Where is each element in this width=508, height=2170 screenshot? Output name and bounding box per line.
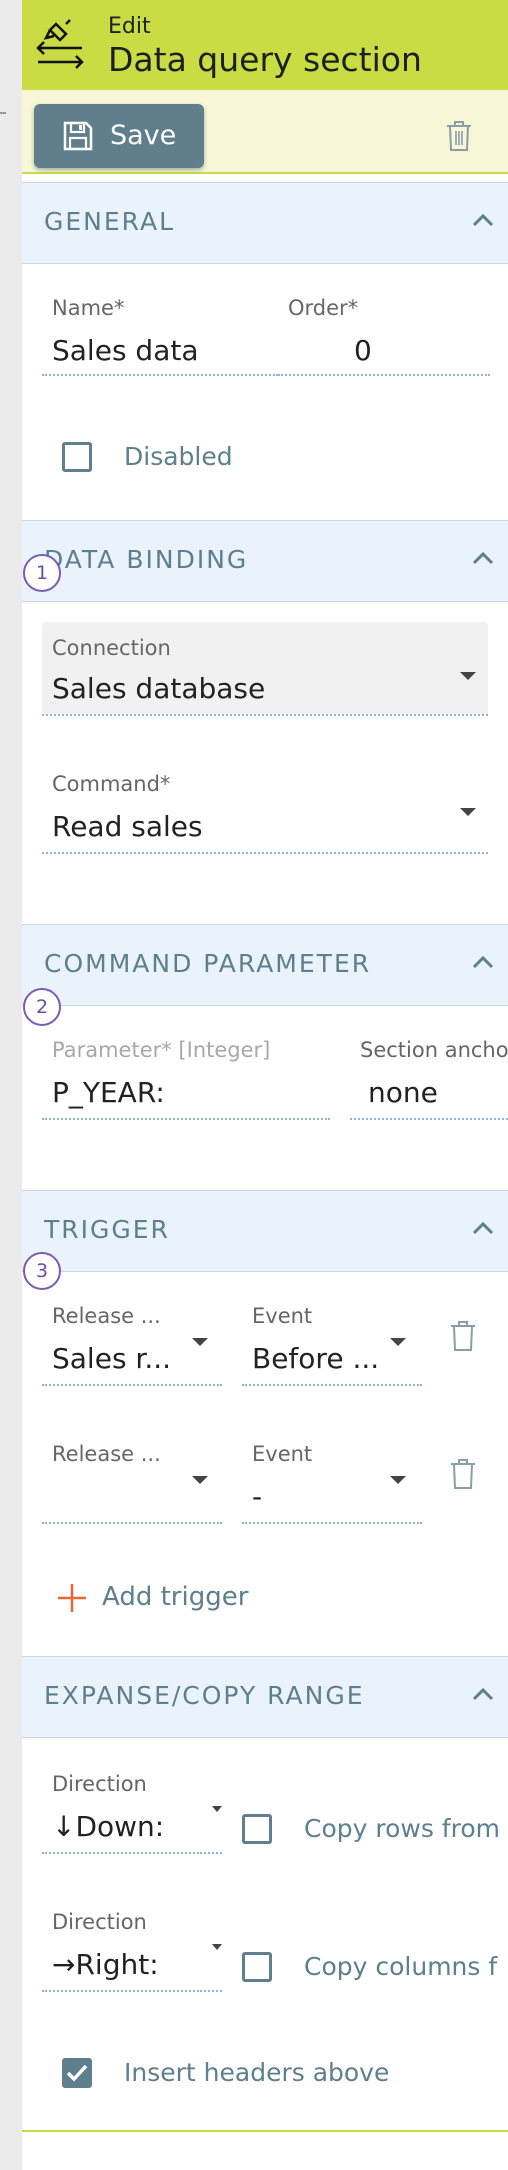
parameter-label: Parameter* [Integer] — [52, 1038, 271, 1062]
section-anchor-underline — [350, 1118, 508, 1120]
edit-panel: Edit Data query section Save GENERAL Nam… — [22, 0, 508, 2170]
trash-icon[interactable] — [450, 1458, 476, 1490]
event-select[interactable]: - — [252, 1480, 386, 1513]
release-select[interactable]: Sales r... — [52, 1342, 182, 1375]
direction-underline — [42, 1852, 202, 1854]
panel-header: Edit Data query section — [22, 0, 508, 90]
chevron-down-icon[interactable] — [212, 1944, 222, 1950]
chevron-up-icon[interactable] — [472, 1221, 494, 1235]
chevron-down-icon[interactable] — [390, 1476, 406, 1484]
command-select[interactable]: Read sales — [52, 810, 432, 843]
section-header-expanse-copy-range[interactable]: EXPANSE/COPY RANGE — [22, 1656, 508, 1738]
section-title-data-binding: DATA BINDING — [44, 545, 249, 574]
direction-label: Direction — [52, 1910, 147, 1934]
step-badge: 2 — [23, 988, 61, 1026]
add-trigger-label: Add trigger — [102, 1582, 249, 1612]
chevron-up-icon[interactable] — [472, 955, 494, 969]
delete-icon[interactable] — [446, 120, 472, 152]
order-underline — [278, 374, 490, 376]
plus-icon — [58, 1584, 86, 1612]
direction-underline — [42, 1990, 202, 1992]
section-title-general: GENERAL — [44, 207, 176, 236]
connection-underline — [42, 714, 488, 716]
connection-value: Sales database — [52, 672, 266, 705]
name-label: Name* — [52, 296, 125, 320]
section-title-trigger: TRIGGER — [44, 1215, 170, 1244]
chevron-up-icon[interactable] — [472, 213, 494, 227]
connection-label: Connection — [52, 636, 171, 660]
release-underline — [42, 1384, 222, 1386]
section-header-general[interactable]: GENERAL — [22, 182, 508, 264]
chevron-down-icon[interactable] — [192, 1338, 208, 1346]
direction-underline-small — [204, 1990, 222, 1992]
direction-select-down[interactable]: ↓Down: — [52, 1810, 202, 1843]
order-input[interactable]: 0 — [354, 334, 414, 367]
parameter-value: P_YEAR: — [52, 1076, 165, 1109]
header-subtitle: Edit — [108, 14, 151, 39]
section-title-expanse: EXPANSE/COPY RANGE — [44, 1681, 365, 1710]
command-label: Command* — [52, 772, 171, 796]
step-badge: 1 — [23, 554, 61, 592]
section-header-data-binding[interactable]: DATA BINDING — [22, 520, 508, 602]
section-anchor-label: Section ancho — [360, 1038, 508, 1062]
event-underline — [242, 1522, 422, 1524]
check-icon — [66, 2064, 88, 2082]
chevron-up-icon[interactable] — [472, 551, 494, 565]
save-button[interactable]: Save — [34, 104, 204, 168]
section-header-trigger[interactable]: TRIGGER — [22, 1190, 508, 1272]
command-underline — [42, 852, 488, 854]
chevron-down-icon[interactable] — [212, 1806, 222, 1812]
event-select[interactable]: Before ... — [252, 1342, 386, 1375]
direction-select-right[interactable]: →Right: — [52, 1948, 202, 1981]
chevron-down-icon[interactable] — [390, 1338, 406, 1346]
disabled-label: Disabled — [124, 442, 233, 471]
chevron-down-icon[interactable] — [192, 1476, 208, 1484]
trash-icon[interactable] — [450, 1320, 476, 1352]
copy-columns-label: Copy columns f — [304, 1952, 498, 1981]
order-label: Order* — [288, 296, 359, 320]
section-anchor-input[interactable]: none — [368, 1076, 498, 1109]
chevron-down-icon[interactable] — [460, 808, 476, 816]
left-edge-marker — [0, 112, 6, 114]
save-icon — [63, 121, 93, 151]
event-label: Event — [252, 1304, 313, 1328]
bottom-divider — [22, 2130, 508, 2132]
chevron-down-icon[interactable] — [460, 672, 476, 680]
insert-headers-label: Insert headers above — [124, 2058, 390, 2087]
copy-rows-label: Copy rows from — [304, 1814, 500, 1843]
insert-headers-checkbox[interactable] — [62, 2058, 92, 2088]
event-label: Event — [252, 1442, 313, 1466]
chevron-up-icon[interactable] — [472, 1687, 494, 1701]
section-title-command-parameter: COMMAND PARAMETER — [44, 949, 372, 978]
section-header-command-parameter[interactable]: COMMAND PARAMETER — [22, 924, 508, 1006]
copy-rows-checkbox[interactable] — [242, 1814, 272, 1844]
step-badge: 3 — [23, 1252, 61, 1290]
name-underline — [42, 374, 278, 376]
direction-label: Direction — [52, 1772, 147, 1796]
toolbar: Save — [22, 90, 508, 174]
event-underline — [242, 1384, 422, 1386]
name-input[interactable]: Sales data — [52, 334, 272, 367]
disabled-checkbox[interactable] — [62, 442, 92, 472]
direction-underline-small — [204, 1852, 222, 1854]
release-underline — [42, 1522, 222, 1524]
page-title: Data query section — [108, 40, 422, 79]
release-label: Release ... — [52, 1442, 161, 1466]
edit-section-icon — [36, 19, 84, 69]
parameter-underline — [42, 1118, 330, 1120]
release-label: Release ... — [52, 1304, 161, 1328]
copy-columns-checkbox[interactable] — [242, 1952, 272, 1982]
left-edge-bar — [0, 0, 23, 2170]
save-button-label: Save — [110, 120, 177, 151]
